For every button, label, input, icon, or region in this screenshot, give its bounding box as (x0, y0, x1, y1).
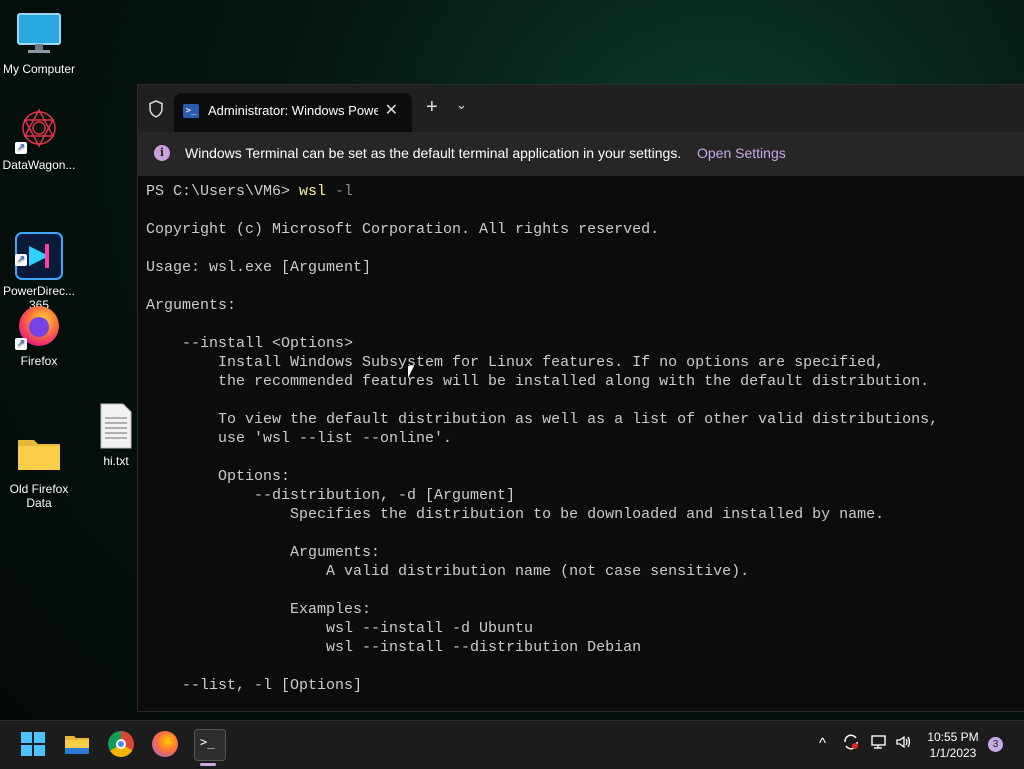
firefox-icon[interactable] (152, 731, 178, 757)
clock-date: 1/1/2023 (929, 746, 977, 760)
shortcut-arrow-icon: ↗ (15, 142, 27, 154)
start-icon[interactable] (20, 731, 46, 757)
desktop-icon-datawagon[interactable]: ↗ DataWagon... (1, 106, 77, 172)
active-app-indicator (200, 763, 216, 766)
notification-badge[interactable]: 3 (988, 737, 1003, 752)
desktop-icon-label: My Computer (2, 62, 76, 76)
chevron-up-icon[interactable]: ^ (819, 735, 826, 752)
volume-icon[interactable] (895, 734, 913, 754)
terminal-icon[interactable]: >_ (194, 729, 226, 761)
open-settings-link[interactable]: Open Settings (697, 145, 786, 161)
network-icon[interactable] (870, 734, 888, 754)
text-file-icon (92, 402, 140, 450)
command-output: Copyright (c) Microsoft Corporation. All… (146, 221, 939, 694)
desktop-icon-firefox[interactable]: ↗ Firefox (1, 302, 77, 368)
tab-powershell[interactable]: >_ Administrator: Windows PowerShell ✕ (174, 93, 412, 132)
windows-terminal-window[interactable]: >_ Administrator: Windows PowerShell ✕ +… (137, 84, 1024, 712)
command: wsl (299, 183, 327, 200)
tab-close-button[interactable]: ✕ (385, 100, 398, 120)
info-icon: i (154, 145, 170, 161)
tab-dropdown-button[interactable]: ⌄ (456, 97, 467, 113)
monitor-icon (15, 10, 63, 58)
desktop-icon-my-computer[interactable]: My Computer (1, 10, 77, 76)
powershell-icon: >_ (183, 104, 199, 118)
info-bar: i Windows Terminal can be set as the def… (138, 132, 1024, 176)
system-clock[interactable]: 10:55 PM 1/1/2023 (922, 729, 984, 761)
chrome-icon[interactable] (108, 731, 134, 757)
shortcut-arrow-icon: ↗ (15, 254, 27, 266)
info-message: Windows Terminal can be set as the defau… (185, 145, 682, 161)
desktop-icon-label: Old Firefox Data (9, 482, 69, 510)
desktop-icon-label: DataWagon... (2, 158, 76, 172)
command-argument: -l (326, 183, 354, 200)
tab-title: Administrator: Windows PowerShell (208, 103, 378, 118)
folder-icon (15, 416, 63, 470)
shortcut-arrow-icon: ↗ (15, 338, 27, 350)
prompt: PS C:\Users\VM6> (146, 183, 300, 200)
powerdirector-icon: ↗ (15, 218, 63, 280)
new-tab-button[interactable]: + (426, 96, 438, 119)
shield-icon (148, 100, 164, 118)
firefox-icon: ↗ (15, 302, 63, 350)
taskbar: >_ ^ 10:55 PM 1/1/2023 3 (0, 720, 1024, 769)
sync-icon[interactable] (842, 733, 860, 755)
file-explorer-icon[interactable] (64, 731, 90, 757)
terminal-titlebar[interactable]: >_ Administrator: Windows PowerShell ✕ +… (138, 85, 1024, 132)
console-output[interactable]: PS C:\Users\VM6> wsl -l Copyright (c) Mi… (138, 176, 1024, 711)
desktop-icon-label: Firefox (20, 354, 58, 368)
mouse-cursor-icon (408, 366, 420, 378)
datawagon-icon: ↗ (15, 106, 63, 154)
desktop-icon-old-firefox-data[interactable]: Old Firefox Data (1, 402, 77, 524)
clock-time: 10:55 PM (927, 730, 979, 744)
